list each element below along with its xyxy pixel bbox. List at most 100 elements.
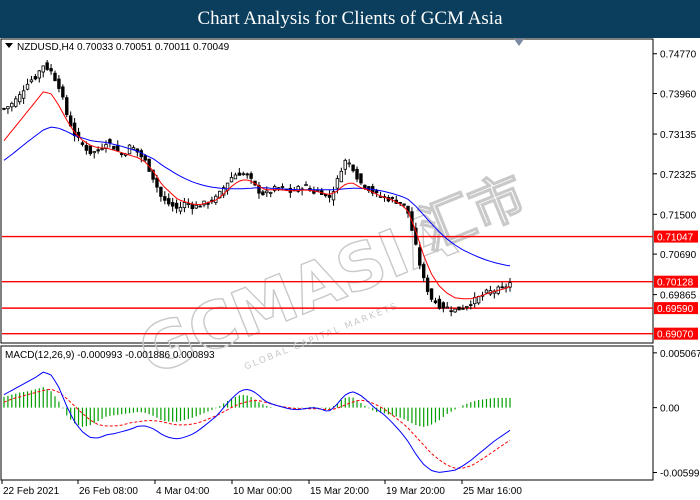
time-tick-label: 25 Mar 16:00 — [463, 486, 522, 497]
candle-body — [119, 153, 124, 155]
macd-info: MACD(12,26,9) -0.000993 -0.001886 0.0008… — [5, 350, 215, 361]
candle-body — [327, 195, 332, 198]
candle-body — [445, 306, 449, 309]
candle-body — [10, 102, 14, 108]
candle-body — [422, 264, 426, 279]
candle-body — [461, 307, 465, 310]
candle-body — [355, 168, 359, 180]
candle-body — [339, 170, 344, 183]
price-tick-label: 0.69865 — [660, 291, 697, 302]
candle-body — [449, 310, 453, 313]
candle-body — [45, 62, 49, 70]
candle-body — [61, 86, 65, 98]
candle-body — [245, 173, 249, 176]
candle-body — [363, 184, 367, 189]
candle-body — [80, 142, 85, 145]
candle-body — [229, 177, 234, 183]
candle-body — [96, 149, 100, 152]
level-badge-label: 0.71047 — [657, 233, 694, 244]
price-axis: 0.74770 0.73960 0.73135 0.72325 0.71500 0.706… — [653, 50, 697, 302]
candle-body — [29, 79, 34, 83]
time-tick-label: 4 Mar 04:00 — [156, 486, 210, 497]
macd-tick-label: -0.005998 — [660, 468, 700, 479]
candle-body — [374, 190, 379, 194]
symbol-info: NZDUSD,H4 0.70033 0.70051 0.70011 0.7004… — [17, 42, 230, 53]
candle-body — [433, 300, 438, 304]
candle-body — [465, 306, 469, 308]
time-tick-label: 22 Feb 2021 — [3, 486, 60, 497]
level-badge-label: 0.69070 — [657, 330, 694, 341]
macd-panel[interactable] — [0, 345, 654, 481]
candle-body — [453, 308, 457, 313]
candle-body — [174, 202, 179, 209]
candle-body — [457, 306, 461, 311]
candle-body — [437, 298, 442, 309]
candle-body — [269, 191, 273, 194]
candle-body — [108, 139, 112, 144]
price-tick-label: 0.74770 — [660, 50, 697, 61]
price-tick-label: 0.73135 — [660, 130, 697, 141]
candle-body — [280, 186, 285, 188]
trading-chart[interactable]: GCMASIA 汇市 GLOBAL CAPITAL MARKETS 0.7477… — [0, 38, 700, 500]
candle-body — [500, 286, 504, 289]
candle-body — [265, 190, 269, 194]
time-axis: 22 Feb 2021 26 Feb 08:00 4 Mar 04:00 10 Mar… — [1, 480, 522, 497]
candle-body — [343, 159, 347, 170]
candle-body — [21, 90, 26, 99]
candle-body — [241, 173, 245, 176]
candle-body — [190, 203, 194, 210]
candle-body — [194, 204, 198, 209]
level-badges: 0.71047 0.70128 0.69590 0.69070 — [654, 230, 698, 341]
macd-tick-label: 0.005067 — [660, 349, 700, 360]
candle-body — [49, 68, 53, 72]
candle-body — [84, 145, 89, 151]
candle-body — [53, 72, 57, 82]
candle-body — [112, 145, 116, 150]
candle-body — [14, 98, 18, 107]
candle-body — [441, 302, 446, 309]
candle-body — [100, 148, 104, 151]
price-tick-label: 0.70690 — [660, 250, 697, 261]
candle-body — [6, 106, 10, 110]
candle-body — [249, 173, 253, 179]
candle-body — [304, 184, 308, 187]
time-tick-label: 10 Mar 00:00 — [233, 486, 292, 497]
candle-body — [261, 191, 265, 196]
candle-body — [347, 162, 351, 165]
candle-body — [469, 304, 473, 306]
time-tick-label: 26 Feb 08:00 — [79, 486, 138, 497]
candle-body — [25, 83, 30, 90]
candle-body — [170, 202, 175, 207]
time-tick-label: 15 Mar 20:00 — [310, 486, 369, 497]
candle-body — [17, 94, 22, 103]
candle-body — [65, 97, 69, 116]
candle-body — [402, 203, 406, 206]
candle-body — [429, 288, 434, 300]
price-tick-label: 0.71500 — [660, 210, 697, 221]
candle-body — [57, 78, 61, 89]
candle-body — [159, 186, 163, 197]
candle-body — [418, 247, 422, 266]
candle-body — [163, 196, 167, 201]
chart-header: Chart Analysis for Clients of GCM Asia — [0, 0, 700, 38]
candle-body — [186, 203, 191, 205]
candle-body — [2, 107, 6, 110]
level-badge-label: 0.70128 — [657, 278, 694, 289]
time-tick-label: 19 Mar 20:00 — [386, 486, 445, 497]
price-tick-label: 0.73960 — [660, 90, 697, 101]
candle-body — [92, 151, 96, 154]
candle-body — [178, 206, 183, 212]
candle-body — [390, 197, 395, 199]
macd-tick-label: 0.00 — [660, 404, 680, 415]
level-badge-label: 0.69590 — [657, 304, 694, 315]
candle-body — [155, 177, 159, 188]
price-tick-label: 0.72325 — [660, 170, 697, 181]
candle-body — [88, 145, 92, 155]
candle-body — [484, 289, 489, 294]
page-title: Chart Analysis for Clients of GCM Asia — [197, 8, 503, 29]
candle-body — [335, 178, 340, 189]
candle-body — [131, 147, 136, 150]
candle-body — [167, 198, 171, 205]
candle-body — [198, 205, 202, 208]
candle-body — [237, 172, 242, 176]
